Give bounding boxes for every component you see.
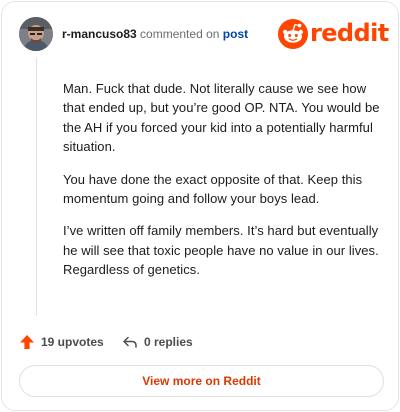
- comment-card: r-mancuso83 commented on post reddit Man…: [1, 1, 399, 411]
- username-link[interactable]: r-mancuso83: [62, 27, 137, 41]
- reddit-wordmark: reddit: [310, 19, 389, 47]
- reddit-logo[interactable]: reddit: [278, 17, 389, 51]
- post-link[interactable]: post: [223, 27, 248, 41]
- comment-paragraph-1: Man. Fuck that dude. Not literally cause…: [63, 81, 380, 155]
- upvote-arrow-icon: [20, 335, 34, 349]
- reply-button[interactable]: 0 replies: [122, 332, 193, 352]
- upvote-button[interactable]: 19 upvotes: [19, 332, 104, 352]
- view-more-on-reddit-button[interactable]: View more on Reddit: [19, 365, 384, 397]
- comment-paragraph-2: You have done the exact opposite of that…: [63, 171, 363, 207]
- thread-line: [36, 58, 37, 316]
- avatar-image: [19, 17, 53, 51]
- avatar[interactable]: [19, 17, 53, 51]
- commented-on-text: commented on: [140, 27, 220, 41]
- upvote-count: 19 upvotes: [41, 335, 104, 349]
- reply-count: 0 replies: [144, 335, 193, 349]
- comment-actions: 19 upvotes 0 replies: [19, 332, 381, 352]
- reply-arrow-icon: [123, 336, 137, 348]
- comment-header: r-mancuso83 commented on post reddit: [19, 17, 389, 53]
- comment-paragraph-3: I’ve written off family members. It’s ha…: [63, 223, 379, 278]
- comment-body: Man. Fuck that dude. Not literally cause…: [63, 79, 383, 293]
- reddit-snoo-icon: [278, 19, 308, 49]
- comment-meta: r-mancuso83 commented on post: [62, 27, 248, 41]
